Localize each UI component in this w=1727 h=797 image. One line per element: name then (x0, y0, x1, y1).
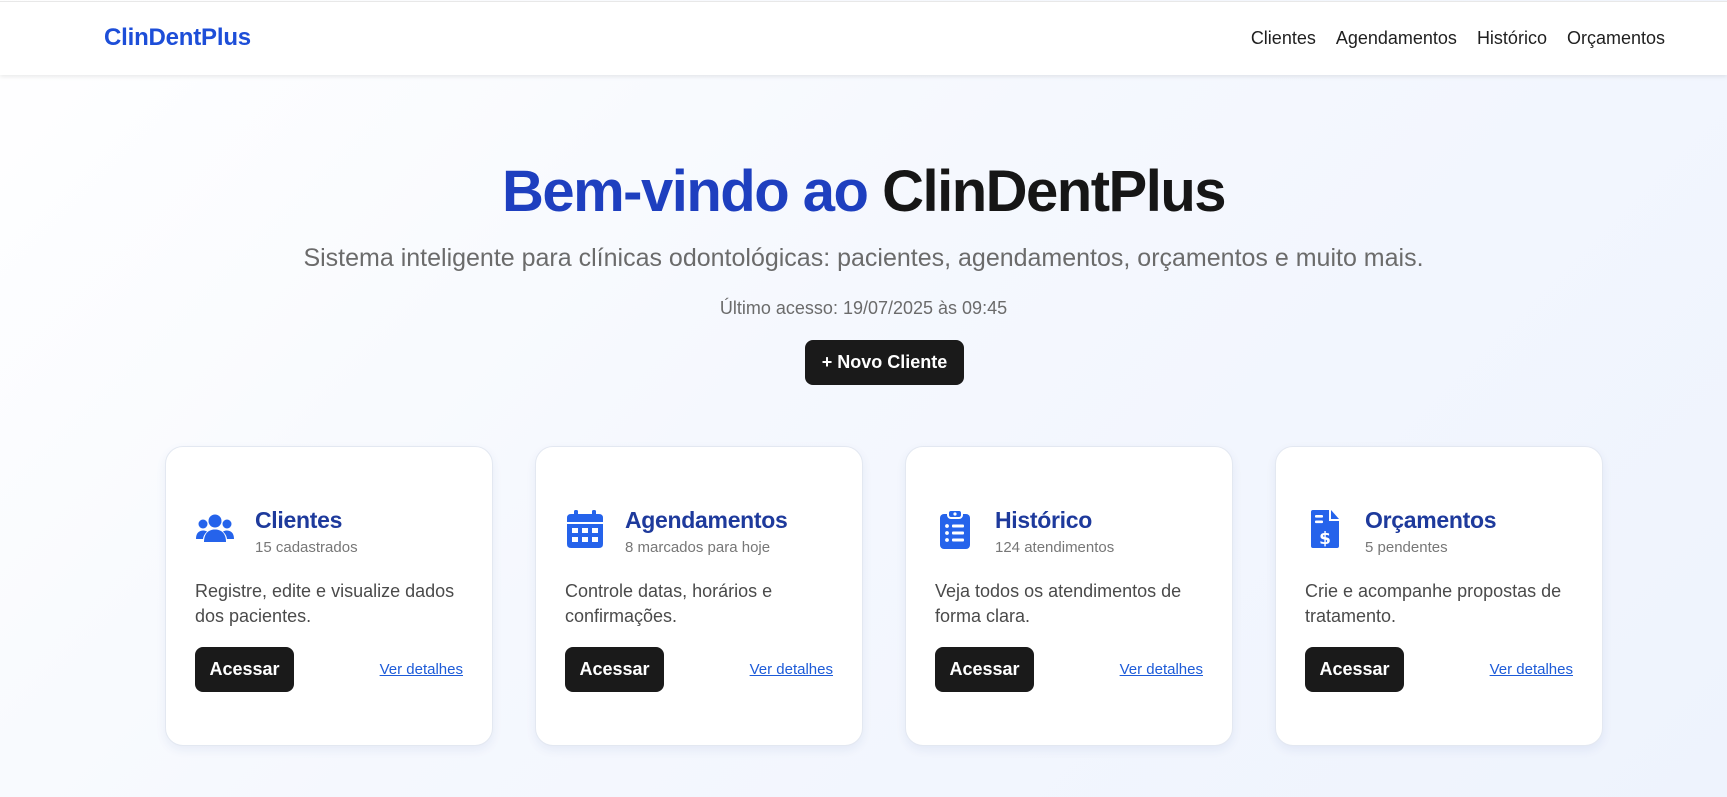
access-button[interactable]: Acessar (1305, 647, 1404, 692)
card-count: 15 cadastrados (255, 539, 358, 556)
hero-title: Bem-vindo ao ClinDentPlus (0, 158, 1727, 225)
card-historico: Histórico 124 atendimentos Veja todos os… (905, 446, 1233, 746)
card-title: Orçamentos (1365, 507, 1497, 533)
main-nav: Clientes Agendamentos Histórico Orçament… (1251, 28, 1665, 49)
brand-logo[interactable]: ClinDentPlus (104, 24, 251, 52)
card-description: Controle datas, horários e confirmações. (565, 581, 773, 626)
svg-text:$: $ (1319, 529, 1331, 549)
card-agendamentos: Agendamentos 8 marcados para hoje Contro… (535, 446, 863, 746)
card-title: Clientes (255, 507, 343, 533)
nav-link-historico[interactable]: Histórico (1477, 28, 1547, 49)
hero-subtitle: Sistema inteligente para clínicas odonto… (303, 244, 1424, 272)
card-description: Veja todos os atendimentos de forma clar… (935, 581, 1182, 626)
access-button[interactable]: Acessar (935, 647, 1034, 692)
nav-link-orcamentos[interactable]: Orçamentos (1567, 28, 1665, 49)
card-count: 5 pendentes (1365, 539, 1448, 556)
access-button[interactable]: Acessar (195, 647, 294, 692)
details-link[interactable]: Ver detalhes (380, 661, 463, 678)
users-icon (195, 509, 235, 549)
hero-title-brand: ClinDentPlus (882, 159, 1226, 224)
new-client-button[interactable]: + Novo Cliente (805, 340, 964, 385)
last-access-text: Último acesso: 19/07/2025 às 09:45 (719, 298, 1008, 318)
card-clientes: Clientes 15 cadastrados Registre, edite … (165, 446, 493, 746)
clipboard-list-icon (935, 509, 975, 549)
top-navbar: ClinDentPlus Clientes Agendamentos Histó… (0, 1, 1727, 75)
details-link[interactable]: Ver detalhes (750, 661, 833, 678)
card-description: Registre, edite e visualize dados dos pa… (195, 581, 455, 626)
invoice-dollar-icon: $ (1305, 509, 1345, 549)
card-count: 124 atendimentos (995, 539, 1115, 556)
nav-link-agendamentos[interactable]: Agendamentos (1336, 28, 1457, 49)
card-count: 8 marcados para hoje (625, 539, 771, 556)
card-title: Histórico (995, 507, 1092, 533)
calendar-icon (565, 509, 605, 549)
card-title: Agendamentos (625, 507, 788, 533)
access-button[interactable]: Acessar (565, 647, 664, 692)
details-link[interactable]: Ver detalhes (1490, 661, 1573, 678)
nav-link-clientes[interactable]: Clientes (1251, 28, 1316, 49)
hero-title-welcome: Bem-vindo ao (501, 159, 869, 224)
card-orcamentos: $ Orçamentos 5 pendentes Crie e acompanh… (1275, 446, 1603, 746)
details-link[interactable]: Ver detalhes (1120, 661, 1203, 678)
card-description: Crie e acompanhe propostas de tratamento… (1305, 581, 1562, 626)
